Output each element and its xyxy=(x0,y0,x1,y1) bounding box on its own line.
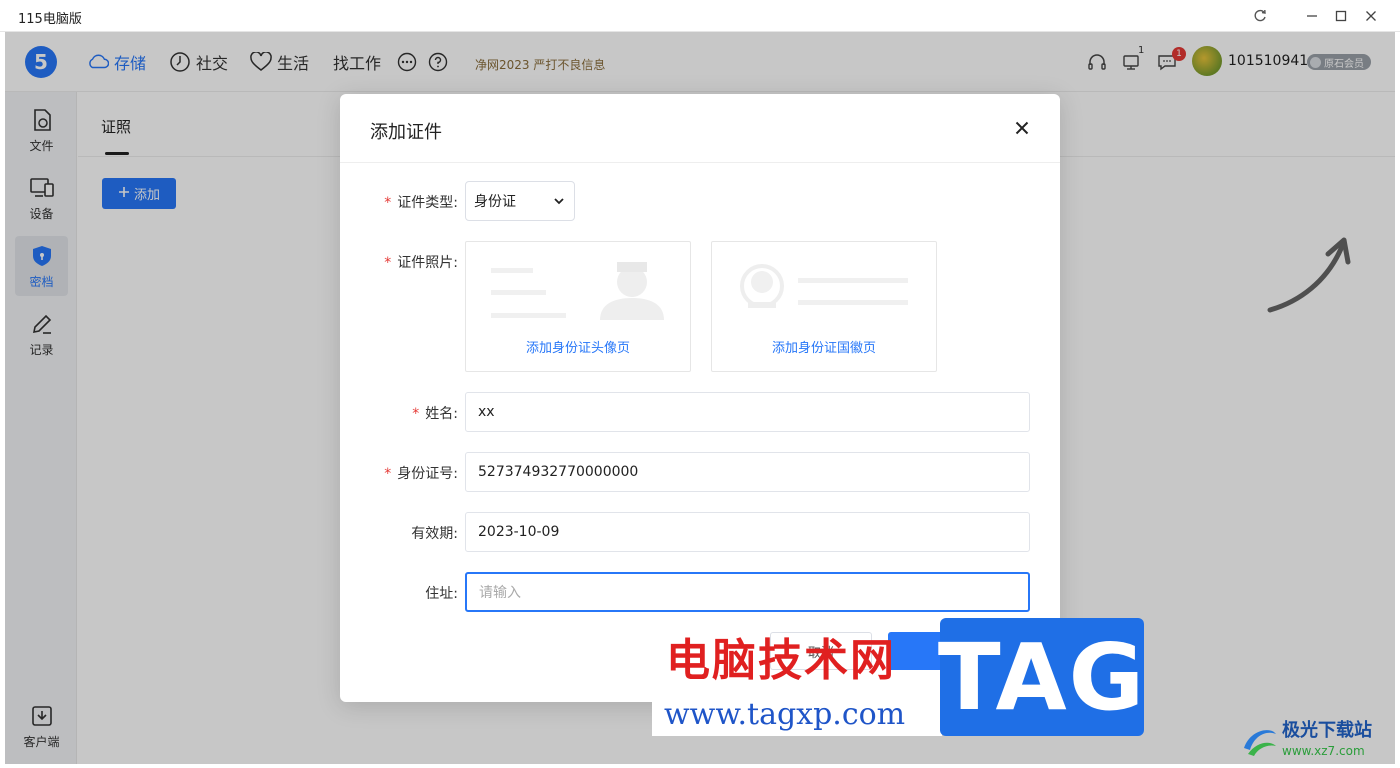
site-url: www.xz7.com xyxy=(1282,744,1365,758)
photo-front-upload[interactable]: 添加身份证头像页 xyxy=(465,241,691,372)
photo-back-caption: 添加身份证国徽页 xyxy=(771,341,876,356)
id-number-field[interactable]: 527374932770000000 xyxy=(465,452,1030,492)
name-field[interactable]: xx xyxy=(465,392,1030,432)
refresh-icon[interactable] xyxy=(1250,6,1270,26)
validity-value: 2023-10-09 xyxy=(478,524,560,540)
address-label: 住址: xyxy=(425,586,458,602)
dialog-divider xyxy=(340,162,1060,163)
watermark: 电脑技术网 www.tagxp.com TAG xyxy=(652,618,1144,736)
watermark-text: 电脑技术网 xyxy=(666,635,896,686)
id-number-label: * 身份证号: xyxy=(384,466,458,482)
certificate-type-value: 身份证 xyxy=(474,194,516,210)
dialog-close-icon[interactable] xyxy=(1010,116,1034,140)
name-value: xx xyxy=(478,404,495,420)
dialog-title: 添加证件 xyxy=(370,122,442,143)
site-logo: 极光下载站 www.xz7.com xyxy=(1240,716,1390,764)
id-back-placeholder-icon xyxy=(740,264,908,308)
close-icon[interactable] xyxy=(1361,6,1381,26)
title-bar: 115电脑版 xyxy=(0,0,1400,32)
type-label: * 证件类型: xyxy=(384,195,458,211)
photo-label: * 证件照片: xyxy=(384,255,458,271)
minimize-icon[interactable] xyxy=(1302,6,1322,26)
address-field[interactable]: 请输入 xyxy=(465,572,1030,612)
name-label: * 姓名: xyxy=(412,406,458,422)
watermark-url: www.tagxp.com xyxy=(652,694,942,736)
add-certificate-dialog: 添加证件 * 证件类型: 身份证 * 证件照片: 添加身份证头像页 添加身份证国徽页 xyxy=(340,94,1060,702)
photo-back-upload[interactable]: 添加身份证国徽页 xyxy=(711,241,937,372)
validity-label: 有效期: xyxy=(411,526,458,542)
validity-field[interactable]: 2023-10-09 xyxy=(465,512,1030,552)
site-name: 极光下载站 xyxy=(1282,720,1372,741)
chevron-down-icon xyxy=(554,198,564,205)
window-title: 115电脑版 xyxy=(18,12,82,27)
id-front-placeholder-icon xyxy=(491,262,664,320)
aurora-logo-icon xyxy=(1244,730,1276,756)
maximize-icon[interactable] xyxy=(1331,6,1351,26)
watermark-tag-logo: TAG xyxy=(938,618,1144,736)
id-number-value: 527374932770000000 xyxy=(478,464,639,480)
address-placeholder: 请输入 xyxy=(479,585,521,601)
certificate-type-select[interactable]: 身份证 xyxy=(465,181,575,221)
photo-front-caption: 添加身份证头像页 xyxy=(525,341,630,356)
